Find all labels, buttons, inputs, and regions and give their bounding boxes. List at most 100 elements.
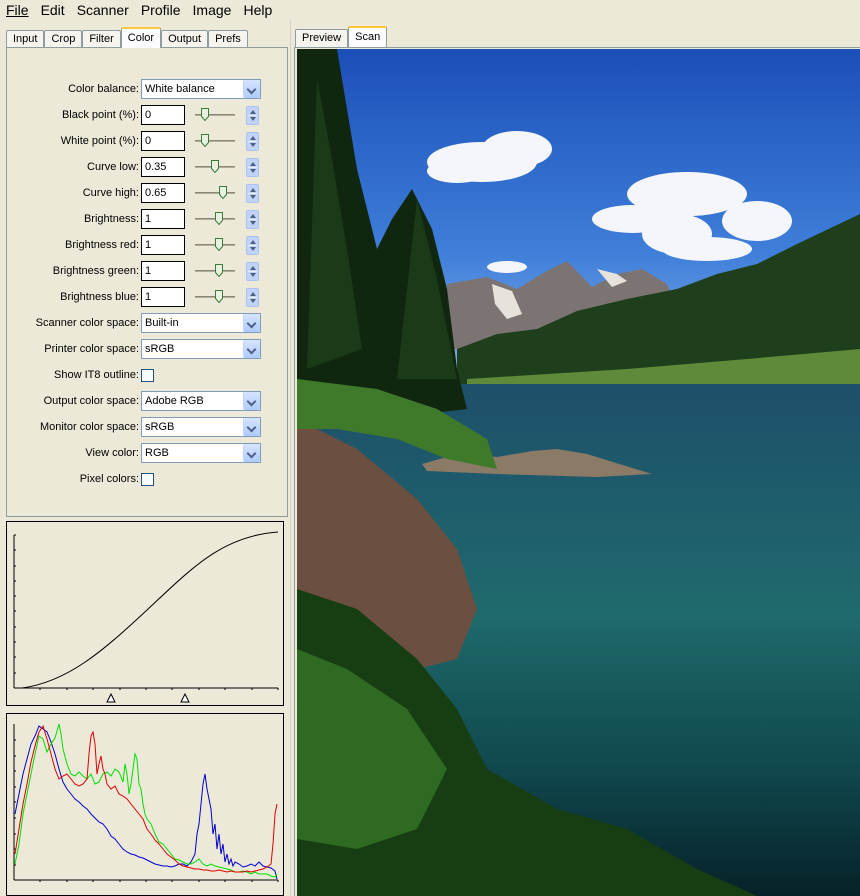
tab-output[interactable]: Output xyxy=(161,30,209,48)
printer-color-space-select[interactable]: sRGB xyxy=(141,339,261,359)
dropdown-arrow-icon[interactable] xyxy=(243,418,260,436)
tone-curve-line xyxy=(21,531,279,689)
scanner-color-space-row: Scanner color space: Built-in xyxy=(7,313,287,335)
spin-down-icon[interactable] xyxy=(250,195,256,199)
menu-scanner[interactable]: Scanner xyxy=(71,0,135,20)
curve-low-input[interactable]: 0.35 xyxy=(141,157,185,177)
tab-crop[interactable]: Crop xyxy=(44,30,83,48)
dropdown-arrow-icon[interactable] xyxy=(243,80,260,98)
tab-prefs[interactable]: Prefs xyxy=(208,30,248,48)
brightness-red-spinner[interactable] xyxy=(246,236,259,255)
slider-thumb-icon[interactable] xyxy=(201,134,209,147)
black-point-slider[interactable] xyxy=(195,105,235,125)
menu-edit[interactable]: Edit xyxy=(35,0,71,20)
brightness-green-slider[interactable] xyxy=(195,261,235,281)
brightness-blue-input[interactable]: 1 xyxy=(141,287,185,307)
white-point-spinner[interactable] xyxy=(246,132,259,151)
dropdown-arrow-icon[interactable] xyxy=(243,314,260,332)
brightness-spinner[interactable] xyxy=(246,210,259,229)
pane-divider[interactable] xyxy=(290,20,292,896)
tab-scan[interactable]: Scan xyxy=(348,26,388,47)
curve-high-label: Curve high: xyxy=(82,187,139,199)
brightness-slider[interactable] xyxy=(195,209,235,229)
dropdown-arrow-icon[interactable] xyxy=(243,392,260,410)
dropdown-arrow-icon[interactable] xyxy=(243,340,260,358)
dropdown-arrow-icon[interactable] xyxy=(243,444,260,462)
slider-thumb-icon[interactable] xyxy=(215,290,223,303)
curve-high-marker-icon[interactable] xyxy=(180,692,190,703)
spin-down-icon[interactable] xyxy=(250,221,256,225)
slider-thumb-icon[interactable] xyxy=(215,238,223,251)
spin-separator xyxy=(248,245,257,246)
brightness-green-spinner[interactable] xyxy=(246,262,259,281)
spin-up-icon[interactable] xyxy=(250,136,256,140)
menu-bar: File Edit Scanner Profile Image Help xyxy=(0,0,860,20)
spin-up-icon[interactable] xyxy=(250,188,256,192)
histogram-axes xyxy=(13,724,279,882)
curve-low-spinner[interactable] xyxy=(246,158,259,177)
black-point-spinner[interactable] xyxy=(246,106,259,125)
tab-input[interactable]: Input xyxy=(6,30,45,48)
color-settings-panel: Color balance: White balance Black point… xyxy=(6,47,288,517)
color-balance-row: Color balance: White balance xyxy=(7,79,287,101)
slider-thumb-icon[interactable] xyxy=(219,186,228,199)
white-point-input[interactable]: 0 xyxy=(141,131,185,151)
scan-image[interactable] xyxy=(297,49,860,896)
view-color-select[interactable]: RGB xyxy=(141,443,261,463)
spin-down-icon[interactable] xyxy=(250,273,256,277)
spin-down-icon[interactable] xyxy=(250,117,256,121)
scanner-color-space-select[interactable]: Built-in xyxy=(141,313,261,333)
spin-down-icon[interactable] xyxy=(250,247,256,251)
spin-down-icon[interactable] xyxy=(250,169,256,173)
brightness-red-input[interactable]: 1 xyxy=(141,235,185,255)
spin-up-icon[interactable] xyxy=(250,240,256,244)
tab-preview[interactable]: Preview xyxy=(295,29,349,47)
spin-up-icon[interactable] xyxy=(250,214,256,218)
slider-thumb-icon[interactable] xyxy=(215,212,223,225)
output-color-space-select[interactable]: Adobe RGB xyxy=(141,391,261,411)
brightness-green-input[interactable]: 1 xyxy=(141,261,185,281)
menu-file[interactable]: File xyxy=(0,0,35,20)
color-balance-select[interactable]: White balance xyxy=(141,79,261,99)
monitor-color-space-select[interactable]: sRGB xyxy=(141,417,261,437)
view-color-label: View color: xyxy=(85,447,139,459)
slider-track xyxy=(195,192,235,194)
pixel-colors-checkbox[interactable] xyxy=(141,473,154,486)
curve-high-row: Curve high: 0.65 xyxy=(7,183,287,205)
curve-high-slider[interactable] xyxy=(195,183,235,203)
brightness-blue-slider[interactable] xyxy=(195,287,235,307)
spin-separator xyxy=(248,297,257,298)
scanner-color-space-label: Scanner color space: xyxy=(35,317,139,329)
brightness-red-slider[interactable] xyxy=(195,235,235,255)
view-tabs: Preview Scan xyxy=(295,26,388,47)
black-point-input[interactable]: 0 xyxy=(141,105,185,125)
curve-low-marker-icon[interactable] xyxy=(106,692,116,703)
spin-up-icon[interactable] xyxy=(250,266,256,270)
menu-help-label: Help xyxy=(243,2,273,18)
slider-thumb-icon[interactable] xyxy=(215,264,223,277)
brightness-input[interactable]: 1 xyxy=(141,209,185,229)
brightness-blue-spinner[interactable] xyxy=(246,288,259,307)
show-it8-label: Show IT8 outline: xyxy=(54,369,139,381)
menu-image[interactable]: Image xyxy=(187,0,238,20)
white-point-slider[interactable] xyxy=(195,131,235,151)
menu-help[interactable]: Help xyxy=(237,0,278,20)
spin-up-icon[interactable] xyxy=(250,162,256,166)
tone-curve-graph[interactable] xyxy=(6,521,284,706)
curve-high-input[interactable]: 0.65 xyxy=(141,183,185,203)
spin-separator xyxy=(248,193,257,194)
spin-up-icon[interactable] xyxy=(250,292,256,296)
tab-filter[interactable]: Filter xyxy=(82,30,121,48)
curve-low-slider[interactable] xyxy=(195,157,235,177)
slider-thumb-icon[interactable] xyxy=(201,108,209,121)
curve-high-spinner[interactable] xyxy=(246,184,259,203)
view-color-value: RGB xyxy=(145,447,169,459)
menu-profile[interactable]: Profile xyxy=(135,0,187,20)
spin-up-icon[interactable] xyxy=(250,110,256,114)
slider-thumb-icon[interactable] xyxy=(210,160,219,173)
tab-color[interactable]: Color xyxy=(120,27,162,48)
spin-down-icon[interactable] xyxy=(250,143,256,147)
show-it8-checkbox[interactable] xyxy=(141,369,154,382)
histogram-red-line xyxy=(14,724,278,873)
spin-down-icon[interactable] xyxy=(250,299,256,303)
